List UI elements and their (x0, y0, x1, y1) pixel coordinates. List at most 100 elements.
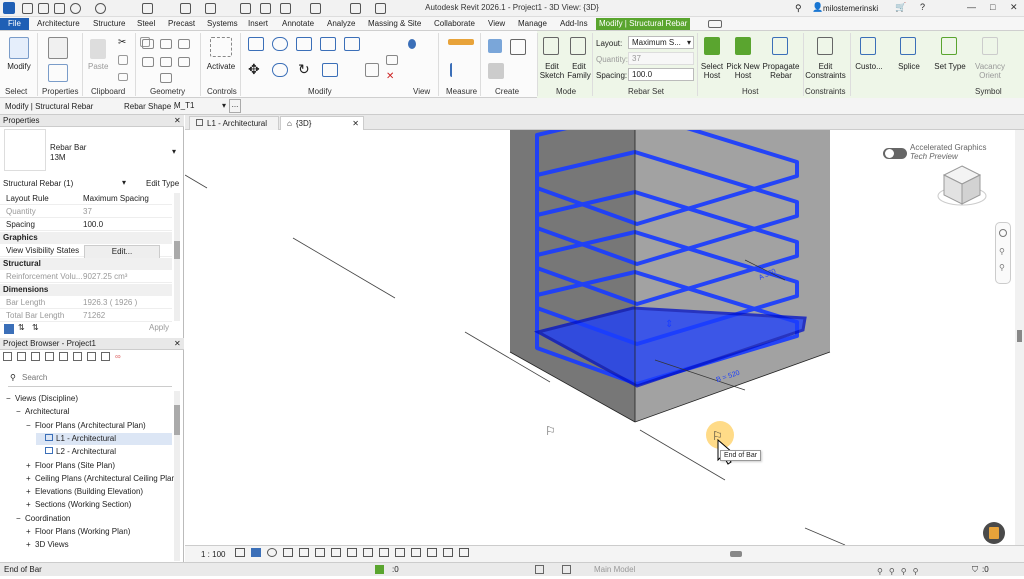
panel-measure[interactable]: Measure (446, 87, 477, 96)
array-icon[interactable] (365, 63, 379, 77)
cut-geometry-icon[interactable] (160, 39, 172, 49)
rotate-icon[interactable]: ↻ (298, 61, 310, 78)
split-icon[interactable] (344, 37, 360, 51)
close-button[interactable]: ✕ (1010, 2, 1018, 13)
main-model-select[interactable]: Main Model (594, 563, 635, 577)
browser-tool-icon[interactable] (17, 352, 26, 361)
panel-controls[interactable]: Controls (207, 87, 237, 96)
edit-sketch-icon[interactable] (543, 37, 559, 55)
panel-properties[interactable]: Properties (42, 87, 78, 96)
panel-select[interactable]: Select (5, 87, 27, 96)
view-scale[interactable]: 1 : 100 (201, 550, 225, 559)
tab-view[interactable]: View (485, 18, 508, 30)
reveal-constraints-icon[interactable] (443, 548, 453, 557)
browser-tree-item[interactable]: − Views (Discipline) (6, 393, 78, 405)
custom-button[interactable]: Custo... (852, 62, 886, 71)
render-icon[interactable] (299, 548, 309, 557)
sort-icon[interactable] (4, 324, 14, 334)
3d-canvas[interactable]: B = 520 A 370 ⇕ ⚐ ⚐ End of Bar Accelerat… (185, 130, 1015, 545)
mirror-draw-icon[interactable] (320, 37, 336, 51)
activate-button[interactable]: Activate (203, 62, 239, 71)
cope-icon[interactable] (142, 39, 154, 49)
type-name[interactable]: Rebar Bar (50, 143, 86, 152)
paste-icon[interactable] (90, 39, 106, 59)
tab-precast[interactable]: Precast (165, 18, 198, 30)
minimize-button[interactable]: — (967, 2, 976, 12)
properties-icon[interactable] (48, 37, 68, 59)
analytical-model-icon[interactable] (459, 548, 469, 557)
expand-icon[interactable]: + (26, 526, 35, 538)
user-icon[interactable]: 👤 (812, 2, 823, 13)
edit-constraints-icon[interactable] (817, 37, 833, 55)
detail-level-icon[interactable] (235, 548, 245, 557)
copy-icon[interactable] (118, 55, 128, 65)
visual-style-icon[interactable] (251, 548, 261, 557)
3d-view-drawing[interactable]: B = 520 A 370 ⇕ ⚐ ⚐ (185, 130, 1015, 545)
browser-tool-icon[interactable] (45, 352, 54, 361)
zoom-icon[interactable]: ⚲ (999, 247, 1005, 256)
panel-clipboard[interactable]: Clipboard (91, 87, 125, 96)
property-row[interactable]: Layout Rule Maximum Spacing (0, 193, 172, 205)
expand-icon[interactable]: + (26, 486, 35, 498)
scroll-thumb[interactable] (174, 405, 180, 435)
viewcube-icon[interactable] (937, 162, 987, 208)
browser-tree-item[interactable]: − Floor Plans (Architectural Plan) (26, 420, 146, 432)
browser-tree-item[interactable]: L1 - Architectural (36, 432, 172, 445)
paste-button[interactable]: Paste (88, 62, 108, 71)
more-button[interactable]: ... (229, 99, 241, 113)
delete-icon[interactable]: ✕ (386, 71, 394, 82)
create-assembly-icon[interactable] (488, 39, 502, 53)
temp-view-props-icon[interactable] (411, 548, 421, 557)
property-row[interactable]: View Visibility States Edit... (0, 245, 172, 259)
edit-constraints-button[interactable]: Edit Constraints (803, 62, 848, 80)
tab-file[interactable]: File (0, 18, 29, 30)
tab-architecture[interactable]: Architecture (34, 18, 83, 30)
editable-only-icon[interactable] (535, 565, 544, 574)
properties-scrollbar[interactable] (174, 193, 180, 321)
browser-tool-icon[interactable] (59, 352, 68, 361)
panel-constraints[interactable]: Constraints (805, 87, 845, 96)
shadows-icon[interactable] (283, 548, 293, 557)
panel-modify[interactable]: Modify (308, 87, 332, 96)
horizontal-scrollbar-thumb[interactable] (730, 551, 742, 557)
property-row[interactable]: Total Bar Length 71262 (0, 310, 172, 322)
tab-options-icon[interactable] (708, 20, 722, 28)
filter-icon[interactable]: ⛉ (972, 563, 978, 577)
join-geometry-icon[interactable] (178, 39, 190, 49)
align-icon[interactable] (248, 37, 264, 51)
collapse-icon[interactable]: − (16, 513, 25, 525)
demolish-icon[interactable] (160, 73, 172, 83)
chevron-down-icon[interactable]: ▾ (122, 178, 126, 187)
pin-icon[interactable] (408, 39, 416, 49)
collapse-icon[interactable]: − (16, 406, 25, 418)
browser-tree-item[interactable]: L2 - Architectural (36, 446, 116, 458)
propagate-rebar-button[interactable]: Propagate Rebar (760, 62, 802, 80)
set-type-button[interactable]: Set Type (932, 62, 968, 71)
quantity-field[interactable]: 37 (628, 52, 694, 65)
collapse-icon[interactable]: − (6, 393, 15, 405)
activate-icon[interactable] (210, 37, 232, 57)
user-name[interactable]: milostemerinski (823, 4, 878, 13)
instance-selector[interactable]: Structural Rebar (1) (3, 179, 73, 188)
section-structural[interactable]: Structural (0, 258, 172, 270)
pick-new-host-icon[interactable] (735, 37, 751, 55)
panel-view[interactable]: View (413, 87, 430, 96)
browser-tool-icon[interactable] (101, 352, 110, 361)
properties-close-icon[interactable]: ✕ (174, 116, 181, 125)
type-properties-icon[interactable] (48, 64, 68, 82)
tab-analyze[interactable]: Analyze (324, 18, 358, 30)
split-face-icon[interactable] (160, 57, 172, 67)
cart-icon[interactable]: 🛒 (895, 2, 906, 13)
steering-wheel-icon[interactable] (999, 229, 1007, 237)
tab-l1-architectural[interactable]: L1 - Architectural (189, 116, 279, 130)
browser-tool-icon[interactable] (87, 352, 96, 361)
browser-close-icon[interactable]: ✕ (174, 339, 181, 348)
panel-create[interactable]: Create (495, 87, 519, 96)
panel-rebar-set[interactable]: Rebar Set (628, 87, 664, 96)
expand-icon[interactable]: + (26, 460, 35, 472)
wall-joins-icon[interactable] (142, 57, 154, 67)
browser-tree-item[interactable]: +3D Views (26, 539, 69, 551)
rebar-shape-select[interactable]: M_T1 ▾ (174, 100, 226, 112)
browser-tool-icon[interactable] (31, 352, 40, 361)
vacancy-orient-button[interactable]: Vacancy Orient (972, 62, 1008, 80)
